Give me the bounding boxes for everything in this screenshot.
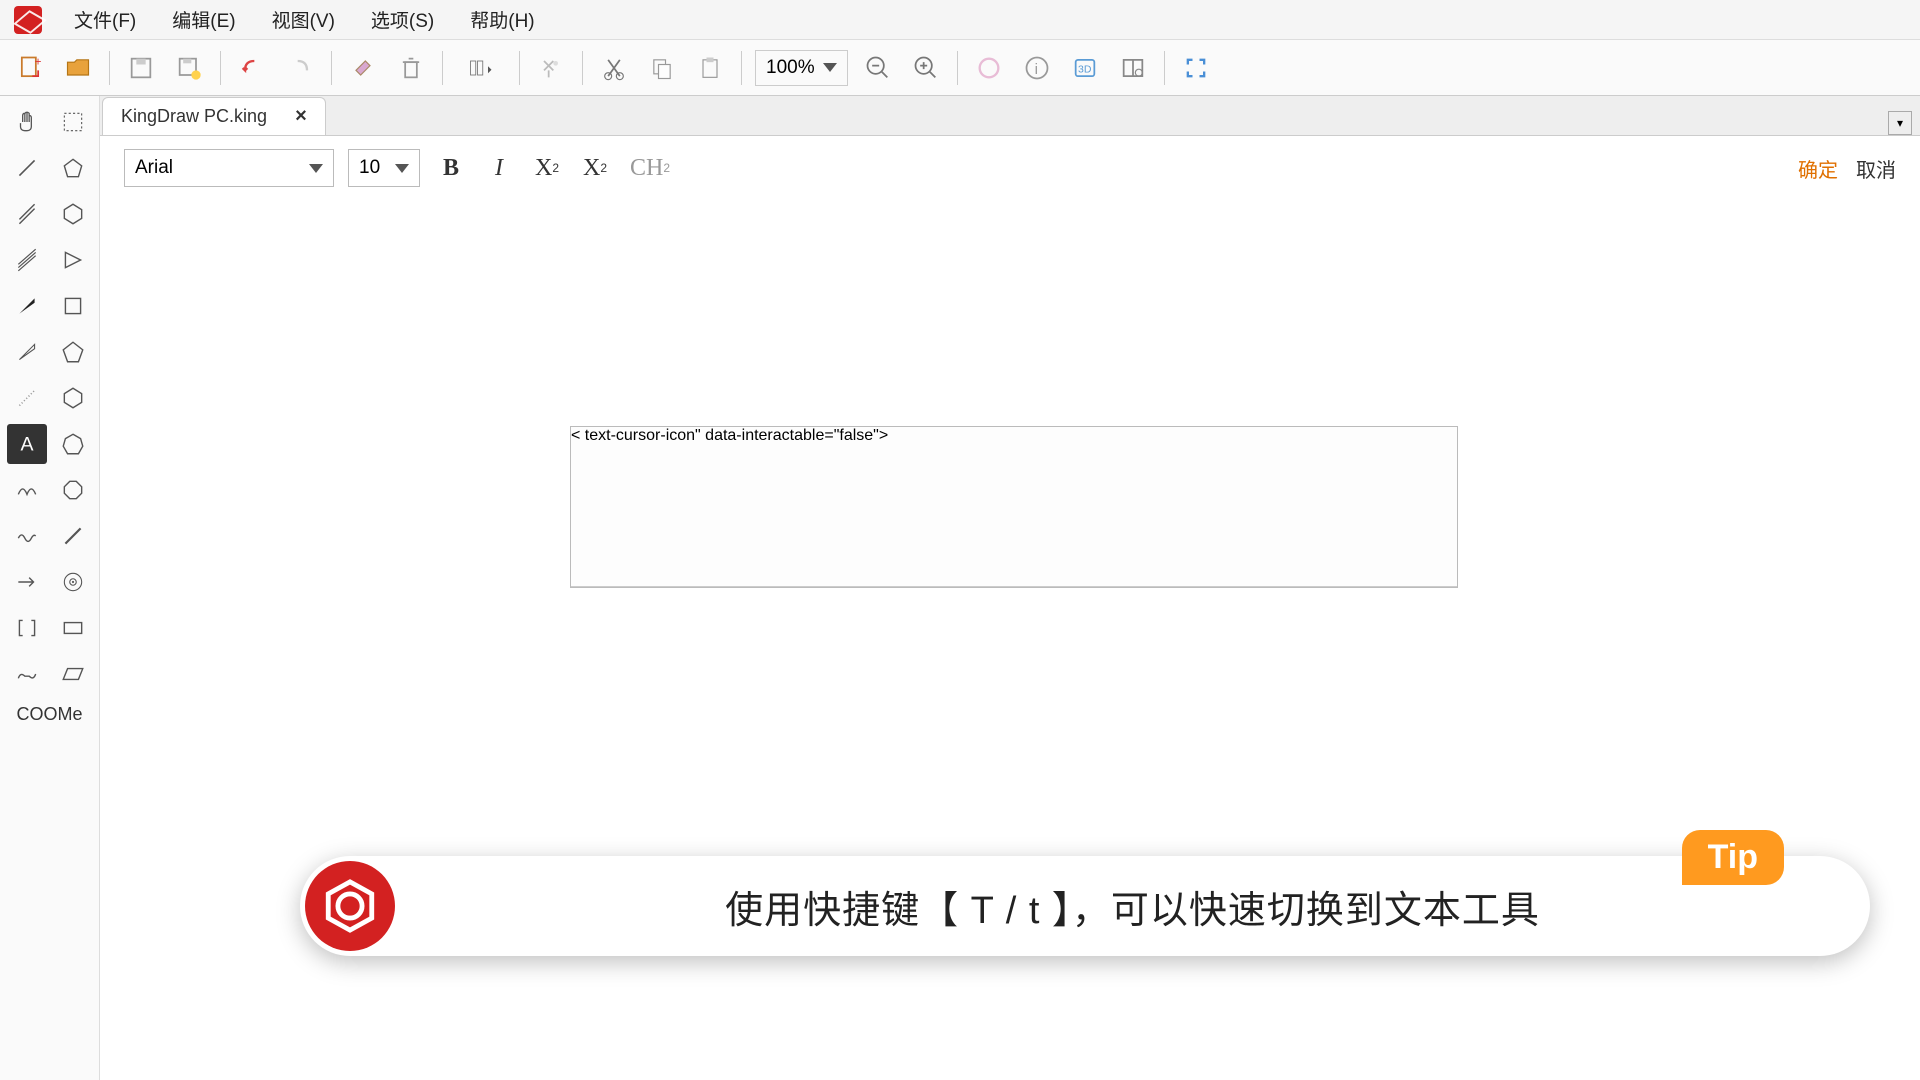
subscript-button[interactable]: X2: [578, 151, 612, 185]
cancel-button[interactable]: 取消: [1856, 154, 1896, 183]
left-tool-palette: A COOMe: [0, 96, 100, 1080]
toolbar-separator: [519, 51, 520, 85]
zoom-out-button[interactable]: [857, 47, 899, 89]
dashed-bond-tool[interactable]: [7, 378, 47, 418]
tip-logo-icon: [305, 861, 395, 951]
line-tool[interactable]: [53, 516, 93, 556]
toolbar-separator: [331, 51, 332, 85]
bracket-tool[interactable]: [7, 608, 47, 648]
octagon-tool[interactable]: [53, 470, 93, 510]
wedge-bond-tool[interactable]: [7, 286, 47, 326]
marquee-tool[interactable]: [53, 102, 93, 142]
file-tab-label: KingDraw PC.king: [121, 106, 267, 127]
tab-strip: KingDraw PC.king × ▾: [100, 96, 1920, 136]
tip-badge: Tip: [1682, 830, 1784, 885]
new-file-button[interactable]: +: [9, 47, 51, 89]
copy-button[interactable]: [641, 47, 683, 89]
library-button[interactable]: [1112, 47, 1154, 89]
toolbar-separator: [442, 51, 443, 85]
double-bond-tool[interactable]: [7, 194, 47, 234]
font-family-select[interactable]: Arial: [124, 149, 334, 187]
zoom-level-select[interactable]: 100%: [755, 50, 848, 86]
toolbar-separator: [109, 51, 110, 85]
benzene-tool[interactable]: [53, 194, 93, 234]
tip-banner: 使用快捷键【 T / t 】，可以快速切换到文本工具 Tip: [300, 856, 1870, 956]
toolbar-separator: [1164, 51, 1165, 85]
svg-text:i: i: [1034, 60, 1037, 77]
formula-button[interactable]: CH2: [626, 151, 674, 185]
parallelogram-tool[interactable]: [53, 654, 93, 694]
italic-button[interactable]: I: [482, 151, 516, 185]
tab-dropdown-button[interactable]: ▾: [1888, 111, 1912, 135]
clean-structure-button[interactable]: [530, 47, 572, 89]
text-format-bar: Arial 10 B I X2 X2 CH2 确定 取消: [100, 136, 1920, 200]
single-bond-tool[interactable]: [7, 148, 47, 188]
wave-tool[interactable]: [7, 516, 47, 556]
menubar: 文件(F) 编辑(E) 视图(V) 选项(S) 帮助(H): [0, 0, 1920, 40]
delete-button[interactable]: [390, 47, 432, 89]
coome-label[interactable]: COOMe: [16, 704, 82, 725]
font-size-select[interactable]: 10: [348, 149, 420, 187]
svg-text:3D: 3D: [1078, 63, 1092, 75]
zoom-value: 100%: [766, 57, 815, 79]
cut-button[interactable]: [593, 47, 635, 89]
tip-text: 使用快捷键【 T / t 】，可以快速切换到文本工具: [395, 879, 1870, 934]
app-logo-icon: [14, 6, 42, 34]
workspace: A COOMe KingDraw PC.king ×: [0, 96, 1920, 1080]
curve-tool[interactable]: [7, 470, 47, 510]
file-tab[interactable]: KingDraw PC.king ×: [102, 97, 326, 135]
hash-bond-tool[interactable]: [7, 332, 47, 372]
save-as-button[interactable]: [168, 47, 210, 89]
fullscreen-button[interactable]: [1175, 47, 1217, 89]
menu-options[interactable]: 选项(S): [353, 0, 452, 40]
heptagon-tool[interactable]: [53, 424, 93, 464]
svg-text:A: A: [20, 434, 33, 456]
arrow-tool[interactable]: [7, 562, 47, 602]
menu-file[interactable]: 文件(F): [56, 0, 154, 40]
chevron-down-icon: [823, 63, 837, 72]
curve-bracket-tool[interactable]: [7, 654, 47, 694]
open-file-button[interactable]: [57, 47, 99, 89]
text-editor-popup: < text-cursor-icon" data-interactable="f…: [570, 426, 1458, 588]
hand-tool[interactable]: [7, 102, 47, 142]
undo-button[interactable]: [231, 47, 273, 89]
toolbar-separator: [741, 51, 742, 85]
svg-text:+: +: [35, 55, 42, 68]
3d-view-button[interactable]: 3D: [1064, 47, 1106, 89]
zoom-in-button[interactable]: [905, 47, 947, 89]
close-tab-icon[interactable]: ×: [295, 105, 307, 128]
toolbar-separator: [957, 51, 958, 85]
menu-view[interactable]: 视图(V): [254, 0, 353, 40]
redo-button[interactable]: [279, 47, 321, 89]
bold-button[interactable]: B: [434, 151, 468, 185]
eraser-button[interactable]: [342, 47, 384, 89]
text-tool[interactable]: A: [7, 424, 47, 464]
toolbar-separator: [582, 51, 583, 85]
superscript-button[interactable]: X2: [530, 151, 564, 185]
align-button[interactable]: [453, 47, 509, 89]
cyclopentane-tool[interactable]: [53, 148, 93, 188]
hexagon-tool[interactable]: [53, 378, 93, 418]
confirm-button[interactable]: 确定: [1798, 154, 1838, 183]
rectangle-tool[interactable]: [53, 608, 93, 648]
menu-edit[interactable]: 编辑(E): [154, 0, 253, 40]
canvas-area: KingDraw PC.king × ▾ < text-cursor-icon"…: [100, 96, 1920, 1080]
toolbar-separator: [220, 51, 221, 85]
info-button[interactable]: i: [1016, 47, 1058, 89]
main-toolbar: + 100% i 3D: [0, 40, 1920, 96]
save-button[interactable]: [120, 47, 162, 89]
text-input-area[interactable]: < text-cursor-icon" data-interactable="f…: [571, 427, 1457, 587]
menu-help[interactable]: 帮助(H): [452, 0, 552, 40]
radical-tool[interactable]: [53, 562, 93, 602]
triangle-tool[interactable]: [53, 240, 93, 280]
triple-bond-tool[interactable]: [7, 240, 47, 280]
paste-button[interactable]: [689, 47, 731, 89]
pentagon-tool[interactable]: [53, 332, 93, 372]
chevron-down-icon: [395, 164, 409, 173]
chevron-down-icon: [309, 164, 323, 173]
color-ring-button[interactable]: [968, 47, 1010, 89]
square-tool[interactable]: [53, 286, 93, 326]
